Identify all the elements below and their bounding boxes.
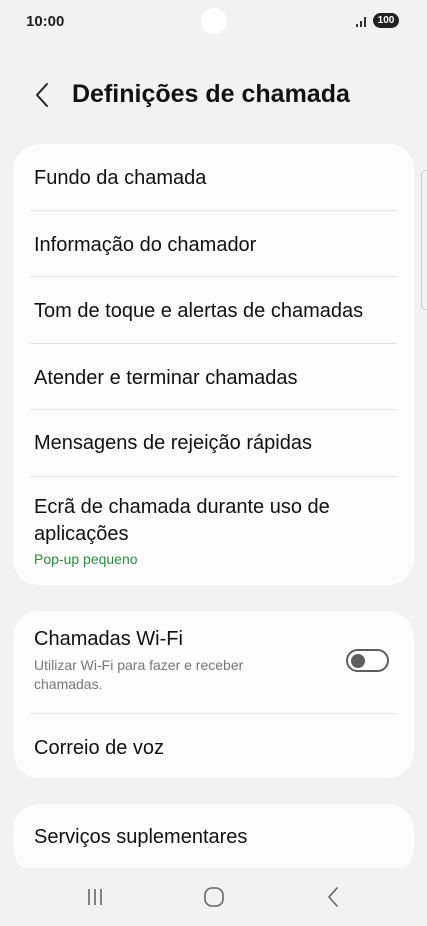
list-item-label: Atender e terminar chamadas [34, 367, 298, 389]
wifi-calling-toggle[interactable] [346, 649, 389, 672]
list-item-quick-decline-messages[interactable]: Mensagens de rejeição rápidas [13, 410, 414, 477]
list-item-supplementary-services[interactable]: Serviços suplementares [13, 804, 414, 874]
battery-level-badge: 100 [373, 13, 399, 28]
list-item-voicemail[interactable]: Correio de voz [13, 714, 414, 778]
list-item-label-line2: aplicações [34, 523, 129, 545]
scroll-indicator[interactable] [421, 170, 427, 310]
list-item-call-display-while-using-apps[interactable]: Ecrã de chamada durante uso de aplicaçõe… [13, 477, 414, 585]
back-button[interactable] [26, 80, 58, 110]
list-item-status-value: Pop-up pequeno [34, 551, 138, 567]
list-item-label: Correio de voz [34, 737, 165, 759]
chevron-left-icon [36, 83, 48, 107]
list-item-label: Chamadas Wi-Fi [34, 628, 183, 650]
list-item-call-background[interactable]: Fundo da chamada [13, 144, 414, 211]
list-item-answer-end-calls[interactable]: Atender e terminar chamadas [13, 344, 414, 410]
back-icon [328, 887, 338, 907]
list-item-label: Serviços suplementares [34, 826, 248, 848]
recent-apps-button[interactable] [75, 882, 115, 912]
call-settings-card: Fundo da chamada Informação do chamador … [13, 144, 414, 585]
wifi-voicemail-card: Chamadas Wi-Fi Utilizar Wi-Fi para fazer… [13, 611, 414, 778]
camera-cutout [201, 8, 227, 34]
navigation-bar [0, 868, 427, 926]
list-item-label: Fundo da chamada [34, 167, 207, 189]
list-item-description: Utilizar Wi-Fi para fazer e receber cham… [34, 657, 244, 692]
list-item-label: Tom de toque e alertas de chamadas [34, 300, 364, 322]
list-item-label-line1: Ecrã de chamada durante uso de [34, 496, 330, 518]
signal-bars-icon [356, 17, 366, 27]
list-item-ringtone-alerts[interactable]: Tom de toque e alertas de chamadas [13, 277, 414, 344]
home-icon [204, 887, 224, 907]
page-title: Definições de chamada [72, 80, 350, 108]
toggle-knob [351, 653, 365, 668]
page-header: Definições de chamada [0, 72, 427, 118]
recent-apps-icon [88, 889, 102, 905]
supplementary-card: Serviços suplementares [13, 804, 414, 874]
list-item-label: Mensagens de rejeição rápidas [34, 432, 312, 454]
list-item-label: Informação do chamador [34, 234, 257, 256]
home-button[interactable] [194, 882, 234, 912]
list-item-caller-info[interactable]: Informação do chamador [13, 211, 414, 277]
status-time: 10:00 [26, 13, 65, 30]
list-item-wifi-calling[interactable]: Chamadas Wi-Fi Utilizar Wi-Fi para fazer… [13, 611, 414, 714]
back-nav-button[interactable] [313, 882, 353, 912]
status-bar: 10:00 100 [0, 0, 427, 44]
